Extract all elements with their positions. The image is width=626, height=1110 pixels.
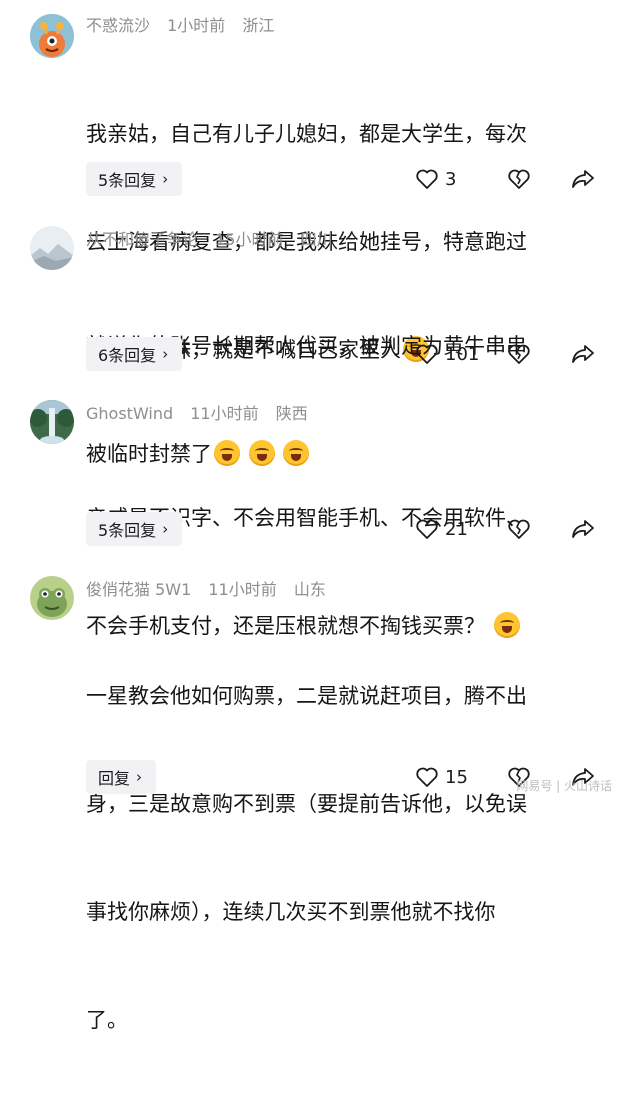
- waterfall-avatar-icon: [30, 400, 74, 444]
- timestamp: 1小时前: [167, 16, 226, 35]
- frog-avatar-icon: [30, 576, 74, 620]
- comment-line: 了。: [86, 1008, 128, 1032]
- avatar[interactable]: [30, 14, 74, 58]
- view-replies-button[interactable]: 5条回复 ›: [86, 512, 183, 546]
- location: 四川: [300, 230, 333, 249]
- chevron-right-icon: ›: [162, 520, 169, 538]
- like-count: 21: [445, 518, 468, 540]
- monster-avatar-icon: [30, 14, 74, 58]
- timestamp: 15小时前: [215, 230, 284, 249]
- comment-text: 一星教会他如何购票，二是就说赶项目，腾不出 身，三是故意购不到票（要提前告诉他，…: [86, 606, 606, 1110]
- broken-heart-icon[interactable]: [507, 342, 531, 366]
- comment-actions: 101: [415, 337, 605, 371]
- comment-actions: 3: [415, 162, 605, 196]
- reply-button[interactable]: 回复 ›: [86, 760, 157, 794]
- view-replies-button[interactable]: 6条回复 ›: [86, 337, 183, 371]
- comment-line: 一星教会他如何购票，二是就说赶项目，腾不出: [86, 684, 527, 708]
- share-icon[interactable]: [570, 167, 596, 191]
- heart-icon: [416, 344, 438, 364]
- replies-label: 5条回复: [98, 171, 157, 190]
- like-count: 3: [445, 168, 457, 190]
- share-icon[interactable]: [570, 342, 596, 366]
- like-count: 101: [445, 343, 480, 365]
- comment-meta: GhostWind 11小时前 陕西: [86, 404, 320, 424]
- heart-icon: [416, 169, 438, 189]
- username[interactable]: 不惑流沙: [86, 16, 150, 35]
- chevron-right-icon: ›: [162, 345, 169, 363]
- replies-label: 6条回复: [98, 346, 157, 365]
- username[interactable]: GhostWind: [86, 404, 173, 423]
- comment-line: 我亲姑，自己有儿子儿媳妇，都是大学生，每次: [86, 122, 527, 146]
- replies-label: 回复: [98, 769, 131, 788]
- avatar[interactable]: [30, 400, 74, 444]
- username[interactable]: 从不和傻子争论: [86, 230, 198, 249]
- landscape-avatar-icon: [30, 226, 74, 270]
- avatar[interactable]: [30, 226, 74, 270]
- broken-heart-icon[interactable]: [507, 517, 531, 541]
- chevron-right-icon: ›: [162, 170, 169, 188]
- username[interactable]: 俊俏花猫 5W1: [86, 580, 191, 599]
- chevron-right-icon: ›: [136, 768, 143, 786]
- comment-meta: 从不和傻子争论 15小时前 四川: [86, 230, 345, 250]
- like-button[interactable]: 3: [415, 162, 456, 196]
- timestamp: 11小时前: [190, 404, 259, 423]
- share-icon[interactable]: [570, 517, 596, 541]
- location: 陕西: [275, 404, 308, 423]
- comment-line: 事找你麻烦），连续几次买不到票他就不找你: [86, 900, 496, 924]
- like-button[interactable]: 101: [415, 337, 479, 371]
- replies-label: 5条回复: [98, 521, 157, 540]
- comment-actions: 21: [415, 512, 605, 546]
- heart-icon: [416, 519, 438, 539]
- comment-meta: 不惑流沙 1小时前 浙江: [86, 16, 286, 36]
- like-button[interactable]: 21: [415, 512, 468, 546]
- like-button[interactable]: 15: [415, 760, 468, 794]
- location: 山东: [293, 580, 326, 599]
- timestamp: 11小时前: [208, 580, 277, 599]
- broken-heart-icon[interactable]: [507, 167, 531, 191]
- comment-meta: 俊俏花猫 5W1 11小时前 山东: [86, 580, 338, 600]
- avatar[interactable]: [30, 576, 74, 620]
- like-count: 15: [445, 766, 468, 788]
- heart-icon: [416, 767, 438, 787]
- location: 浙江: [242, 16, 275, 35]
- watermark: 网易号 | 火山诗话: [516, 779, 612, 793]
- view-replies-button[interactable]: 5条回复 ›: [86, 162, 183, 196]
